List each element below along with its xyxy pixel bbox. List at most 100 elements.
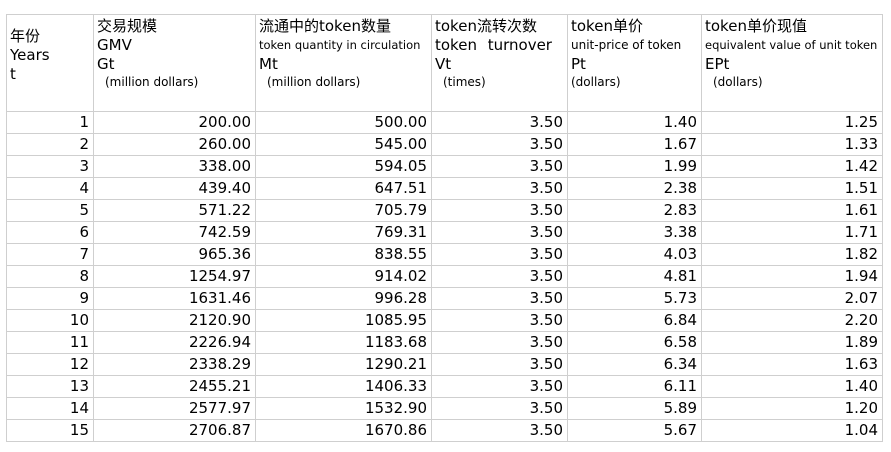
- header-year-sym: t: [10, 65, 16, 83]
- header-row: 年份 Years t 交易规模 GMV Gt (million dollars)…: [6, 14, 883, 112]
- unit-price-cell: 6.58: [567, 331, 702, 354]
- circulation-cell: 647.51: [255, 177, 432, 200]
- unit-price-cell: 6.84: [567, 309, 702, 332]
- gmv-cell: 2577.97: [93, 397, 256, 420]
- header-circulation-zh: 流通中的token数量: [259, 17, 391, 35]
- circulation-cell: 996.28: [255, 287, 432, 310]
- table-row: 1 200.00 500.00 3.50 1.40 1.25: [6, 111, 883, 134]
- header-year-zh: 年份: [10, 27, 41, 45]
- circulation-cell: 705.79: [255, 199, 432, 222]
- gmv-cell: 200.00: [93, 111, 256, 134]
- equivalent-value-cell: 1.63: [701, 353, 883, 376]
- unit-price-cell: 5.67: [567, 419, 702, 442]
- equivalent-value-cell: 1.71: [701, 221, 883, 244]
- year-cell: 11: [6, 331, 94, 354]
- table-row: 11 2226.94 1183.68 3.50 6.58 1.89: [6, 331, 883, 354]
- circulation-cell: 1085.95: [255, 309, 432, 332]
- equivalent-value-cell: 1.20: [701, 397, 883, 420]
- header-unit-price: token单价 unit-price of token Pt (dollars): [567, 14, 702, 112]
- turnover-cell: 3.50: [431, 375, 568, 398]
- header-equivalent-value-unit: (dollars): [713, 75, 763, 89]
- table-row: 6 742.59 769.31 3.50 3.38 1.71: [6, 221, 883, 244]
- unit-price-cell: 5.73: [567, 287, 702, 310]
- table-row: 2 260.00 545.00 3.50 1.67 1.33: [6, 133, 883, 156]
- table-body: 1 200.00 500.00 3.50 1.40 1.25 2 260.00 545.00 3.…: [6, 111, 883, 442]
- header-gmv-sym: Gt: [97, 55, 115, 73]
- year-cell: 9: [6, 287, 94, 310]
- table-row: 14 2577.97 1532.90 3.50 5.89 1.20: [6, 397, 883, 420]
- header-equivalent-value-en: equivalent value of unit token: [705, 38, 878, 52]
- table-row: 12 2338.29 1290.21 3.50 6.34 1.63: [6, 353, 883, 376]
- year-cell: 3: [6, 155, 94, 178]
- unit-price-cell: 1.99: [567, 155, 702, 178]
- header-equivalent-value-sym: EPt: [705, 55, 730, 73]
- year-cell: 6: [6, 221, 94, 244]
- turnover-cell: 3.50: [431, 397, 568, 420]
- year-cell: 12: [6, 353, 94, 376]
- turnover-cell: 3.50: [431, 419, 568, 442]
- turnover-cell: 3.50: [431, 111, 568, 134]
- year-cell: 14: [6, 397, 94, 420]
- header-unit-price-sym: Pt: [571, 55, 586, 73]
- header-unit-price-unit: (dollars): [571, 75, 621, 89]
- equivalent-value-cell: 1.61: [701, 199, 883, 222]
- circulation-cell: 1290.21: [255, 353, 432, 376]
- gmv-cell: 1254.97: [93, 265, 256, 288]
- gmv-cell: 1631.46: [93, 287, 256, 310]
- table-row: 13 2455.21 1406.33 3.50 6.11 1.40: [6, 375, 883, 398]
- turnover-cell: 3.50: [431, 177, 568, 200]
- unit-price-cell: 4.81: [567, 265, 702, 288]
- header-turnover-sym: Vt: [435, 55, 452, 73]
- equivalent-value-cell: 1.25: [701, 111, 883, 134]
- unit-price-cell: 1.40: [567, 111, 702, 134]
- circulation-cell: 545.00: [255, 133, 432, 156]
- gmv-cell: 260.00: [93, 133, 256, 156]
- year-cell: 15: [6, 419, 94, 442]
- header-circulation: 流通中的token数量 token quantity in circulatio…: [255, 14, 432, 112]
- header-turnover-en: token turnover: [435, 36, 552, 54]
- header-gmv-unit: (million dollars): [105, 75, 199, 89]
- turnover-cell: 3.50: [431, 331, 568, 354]
- circulation-cell: 594.05: [255, 155, 432, 178]
- table-row: 9 1631.46 996.28 3.50 5.73 2.07: [6, 287, 883, 310]
- year-cell: 8: [6, 265, 94, 288]
- header-equivalent-value-zh: token单价现值: [705, 17, 807, 35]
- header-equivalent-value: token单价现值 equivalent value of unit token…: [701, 14, 883, 112]
- gmv-cell: 2455.21: [93, 375, 256, 398]
- equivalent-value-cell: 1.40: [701, 375, 883, 398]
- unit-price-cell: 6.11: [567, 375, 702, 398]
- equivalent-value-cell: 1.33: [701, 133, 883, 156]
- turnover-cell: 3.50: [431, 155, 568, 178]
- header-gmv-en: GMV: [97, 36, 132, 54]
- year-cell: 2: [6, 133, 94, 156]
- table-row: 7 965.36 838.55 3.50 4.03 1.82: [6, 243, 883, 266]
- turnover-cell: 3.50: [431, 243, 568, 266]
- gmv-cell: 338.00: [93, 155, 256, 178]
- gmv-cell: 742.59: [93, 221, 256, 244]
- header-circulation-unit: (million dollars): [267, 75, 361, 89]
- equivalent-value-cell: 1.82: [701, 243, 883, 266]
- gmv-cell: 439.40: [93, 177, 256, 200]
- turnover-cell: 3.50: [431, 287, 568, 310]
- table-row: 15 2706.87 1670.86 3.50 5.67 1.04: [6, 419, 883, 442]
- equivalent-value-cell: 1.89: [701, 331, 883, 354]
- unit-price-cell: 2.38: [567, 177, 702, 200]
- circulation-cell: 1406.33: [255, 375, 432, 398]
- circulation-cell: 1183.68: [255, 331, 432, 354]
- header-circulation-sym: Mt: [259, 55, 278, 73]
- unit-price-cell: 3.38: [567, 221, 702, 244]
- header-turnover-zh: token流转次数: [435, 17, 537, 35]
- header-turnover: token流转次数 token turnover Vt (times): [431, 14, 568, 112]
- equivalent-value-cell: 2.07: [701, 287, 883, 310]
- header-unit-price-en: unit-price of token: [571, 38, 682, 52]
- gmv-cell: 571.22: [93, 199, 256, 222]
- equivalent-value-cell: 1.42: [701, 155, 883, 178]
- year-cell: 4: [6, 177, 94, 200]
- circulation-cell: 500.00: [255, 111, 432, 134]
- gmv-cell: 2226.94: [93, 331, 256, 354]
- equivalent-value-cell: 1.94: [701, 265, 883, 288]
- header-year-en: Years: [10, 46, 50, 64]
- header-circulation-en: token quantity in circulation: [259, 38, 421, 52]
- unit-price-cell: 2.83: [567, 199, 702, 222]
- unit-price-cell: 1.67: [567, 133, 702, 156]
